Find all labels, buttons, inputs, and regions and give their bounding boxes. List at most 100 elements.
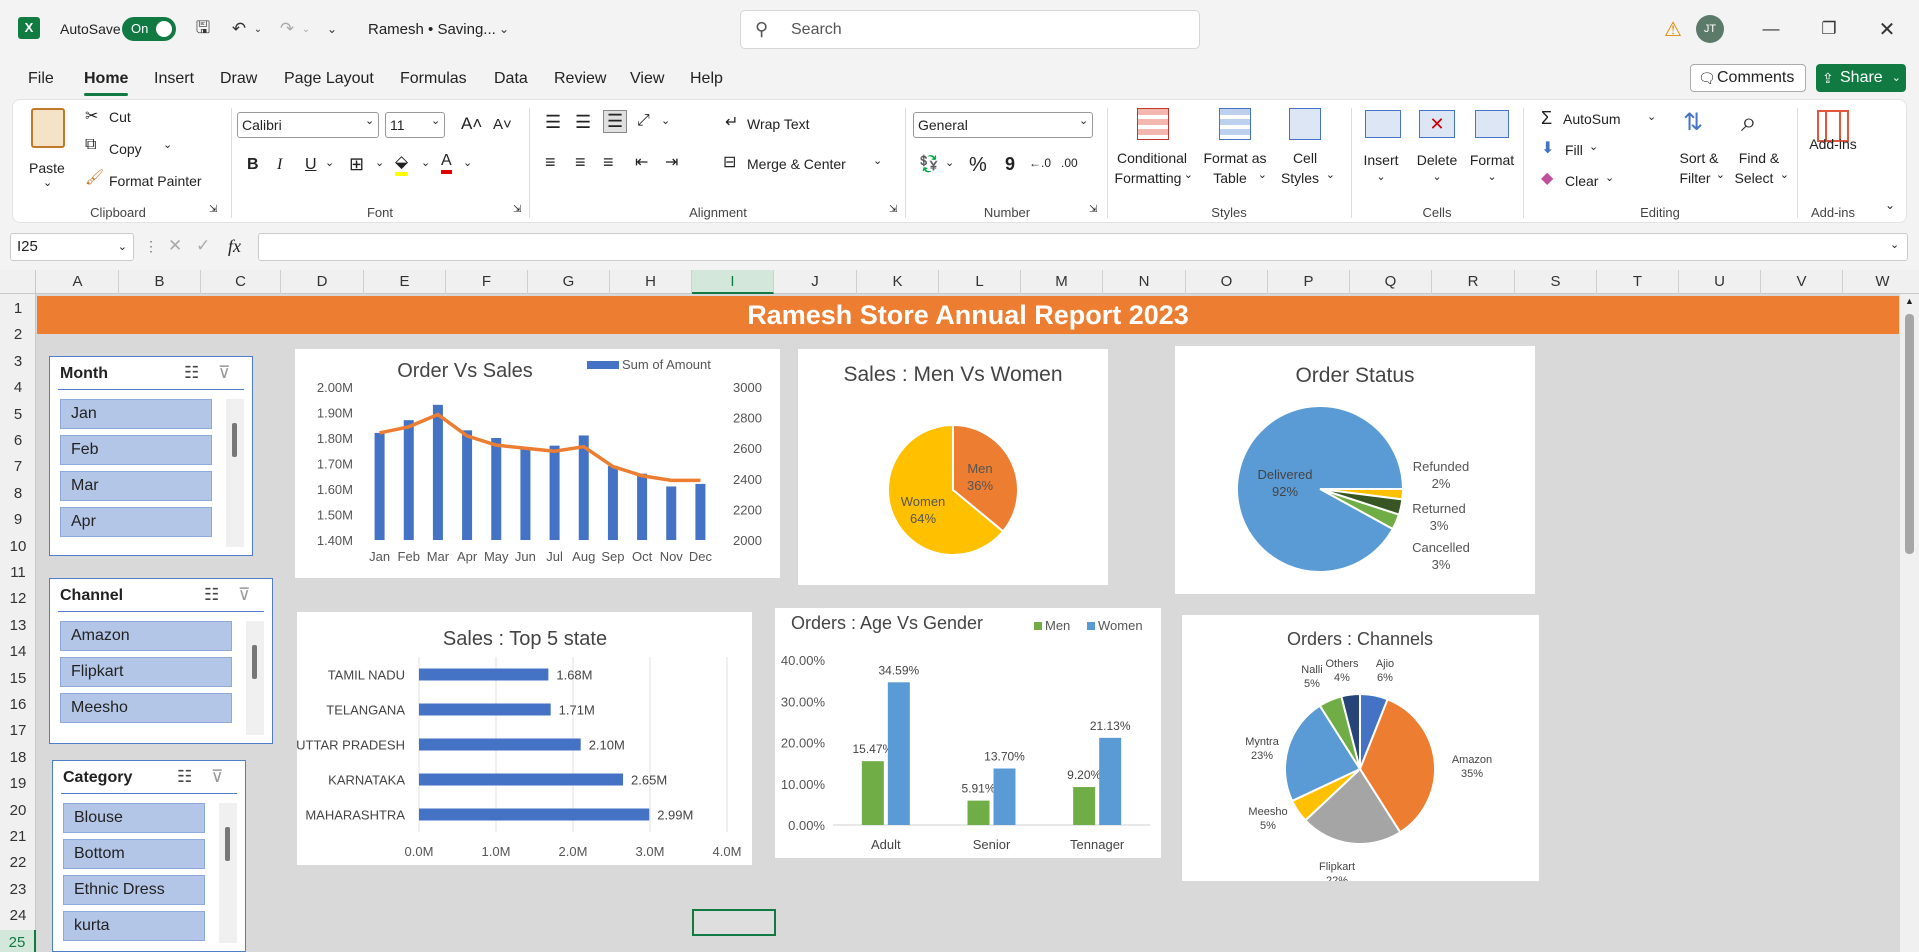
warning-icon[interactable]: ⚠ (1660, 16, 1686, 42)
column-header-L[interactable]: L (939, 270, 1021, 294)
merge-center-icon[interactable]: ⊟ (723, 152, 736, 172)
number-format-select[interactable]: General (913, 112, 1093, 138)
row-header-10[interactable]: 10 (0, 534, 36, 560)
merge-chevron-icon[interactable]: ⌄ (873, 154, 882, 167)
align-bottom-icon[interactable]: ☰ (603, 110, 628, 133)
close-icon[interactable]: ✕ (1872, 14, 1902, 44)
font-launcher-icon[interactable]: ⇲ (513, 204, 521, 215)
column-header-U[interactable]: U (1679, 270, 1761, 294)
channel-slicer[interactable]: Channel ☷ ⊽ Amazon Flipkart Meesho (49, 578, 273, 744)
column-header-E[interactable]: E (364, 270, 446, 294)
tab-page-layout[interactable]: Page Layout (284, 62, 374, 96)
borders-chevron-icon[interactable]: ⌄ (375, 156, 384, 169)
slicer-scroll-thumb[interactable] (232, 423, 237, 457)
clipboard-launcher-icon[interactable]: ⇲ (209, 204, 217, 215)
align-middle-icon[interactable]: ☰ (575, 112, 591, 133)
column-header-V[interactable]: V (1761, 270, 1843, 294)
italic-button[interactable]: I (277, 156, 282, 174)
order-status-chart[interactable]: Order Status Delivered 92% Refunded 2% Return… (1175, 346, 1535, 594)
increase-indent-icon[interactable]: ⇥ (665, 152, 678, 172)
fill-chevron-icon[interactable]: ⌄ (1589, 140, 1598, 153)
delete-cells-button[interactable]: ✕ Delete ⌄ (1411, 106, 1463, 186)
redo-dropdown-icon[interactable]: ⌄ (300, 16, 312, 42)
tab-file[interactable]: File (28, 62, 54, 96)
multi-select-icon[interactable]: ☷ (204, 585, 219, 605)
fill-button[interactable]: Fill (1565, 142, 1583, 158)
slicer-item[interactable]: Amazon (60, 621, 232, 651)
font-color-chevron-icon[interactable]: ⌄ (463, 156, 472, 169)
autosum-chevron-icon[interactable]: ⌄ (1647, 110, 1656, 123)
column-header-O[interactable]: O (1186, 270, 1268, 294)
paste-button[interactable]: Paste ⌄ (27, 108, 71, 189)
tab-view[interactable]: View (630, 62, 664, 96)
percent-button[interactable]: % (969, 154, 987, 177)
comments-button[interactable]: 🗨 Comments (1690, 64, 1806, 92)
borders-icon[interactable]: ⊞ (349, 154, 364, 175)
column-header-I[interactable]: I (692, 270, 774, 294)
avatar[interactable]: JT (1696, 15, 1724, 43)
autosave-toggle[interactable]: On (122, 17, 176, 41)
orientation-icon[interactable]: ⤢ (637, 112, 650, 130)
clear-filter-icon[interactable]: ⊽ (238, 585, 250, 605)
tab-data[interactable]: Data (494, 62, 528, 96)
row-header-25[interactable]: 25 (0, 929, 36, 952)
autosum-button[interactable]: AutoSum (1563, 111, 1621, 127)
multi-select-icon[interactable]: ☷ (177, 767, 192, 787)
column-header-A[interactable]: A (37, 270, 119, 294)
format-painter-icon[interactable]: 🖌 (85, 168, 104, 186)
tab-draw[interactable]: Draw (220, 62, 257, 96)
row-header-12[interactable]: 12 (0, 586, 36, 612)
column-header-C[interactable]: C (201, 270, 281, 294)
save-icon[interactable]: 🖫 (190, 16, 216, 42)
row-header-14[interactable]: 14 (0, 639, 36, 665)
tab-insert[interactable]: Insert (154, 62, 194, 96)
decrease-indent-icon[interactable]: ⇤ (635, 152, 648, 172)
slicer-item[interactable]: Feb (60, 435, 212, 465)
column-header-J[interactable]: J (774, 270, 857, 294)
tab-formulas[interactable]: Formulas (400, 62, 467, 96)
cut-icon[interactable]: ✂ (85, 106, 98, 126)
slicer-scrollbar[interactable] (246, 621, 264, 735)
cancel-formula-icon[interactable]: ✕ (168, 236, 182, 256)
row-header-18[interactable]: 18 (0, 745, 36, 771)
row-header-11[interactable]: 11 (0, 560, 36, 586)
slicer-item[interactable]: Blouse (63, 803, 205, 833)
row-header-24[interactable]: 24 (0, 903, 36, 929)
category-slicer[interactable]: Category ☷ ⊽ Blouse Bottom Ethnic Dress kurta (52, 760, 246, 952)
row-header-21[interactable]: 21 (0, 824, 36, 850)
restore-icon[interactable]: ❐ (1814, 14, 1844, 44)
sort-filter-button[interactable]: ⇅ Sort & Filter ⌄ (1673, 106, 1725, 196)
clear-filter-icon[interactable]: ⊽ (218, 363, 230, 383)
slicer-scroll-thumb[interactable] (225, 827, 230, 861)
format-cells-button[interactable]: Format ⌄ (1465, 106, 1519, 186)
row-header-8[interactable]: 8 (0, 481, 36, 507)
decrease-decimal-icon[interactable]: .00 (1061, 156, 1078, 170)
clear-chevron-icon[interactable]: ⌄ (1605, 171, 1614, 184)
scroll-thumb[interactable] (1905, 314, 1914, 554)
slicer-item[interactable]: Ethnic Dress (63, 875, 205, 905)
row-header-6[interactable]: 6 (0, 428, 36, 454)
row-header-15[interactable]: 15 (0, 666, 36, 692)
undo-icon[interactable]: ↶ (226, 16, 252, 42)
row-header-22[interactable]: 22 (0, 850, 36, 876)
copy-icon[interactable]: ⧉ (85, 136, 96, 154)
slicer-scroll-thumb[interactable] (252, 645, 257, 679)
orientation-chevron-icon[interactable]: ⌄ (661, 114, 670, 127)
underline-button[interactable]: U (305, 156, 317, 174)
clear-icon[interactable]: ◆ (1541, 168, 1553, 188)
align-center-icon[interactable]: ≡ (575, 152, 586, 173)
row-header-2[interactable]: 2 (0, 322, 36, 348)
slicer-scrollbar[interactable] (219, 803, 237, 943)
minimize-icon[interactable]: — (1756, 14, 1786, 44)
clear-filter-icon[interactable]: ⊽ (211, 767, 223, 787)
align-left-icon[interactable]: ≡ (545, 152, 556, 173)
column-header-H[interactable]: H (610, 270, 692, 294)
copy-button[interactable]: Copy (109, 141, 142, 157)
column-header-P[interactable]: P (1268, 270, 1350, 294)
row-header-20[interactable]: 20 (0, 798, 36, 824)
tab-review[interactable]: Review (554, 62, 606, 96)
search-box[interactable]: ⚲ Search (740, 10, 1200, 49)
slicer-item[interactable]: Mar (60, 471, 212, 501)
scroll-up-icon[interactable]: ▲ (1905, 296, 1914, 306)
font-color-icon[interactable]: A (441, 152, 452, 174)
